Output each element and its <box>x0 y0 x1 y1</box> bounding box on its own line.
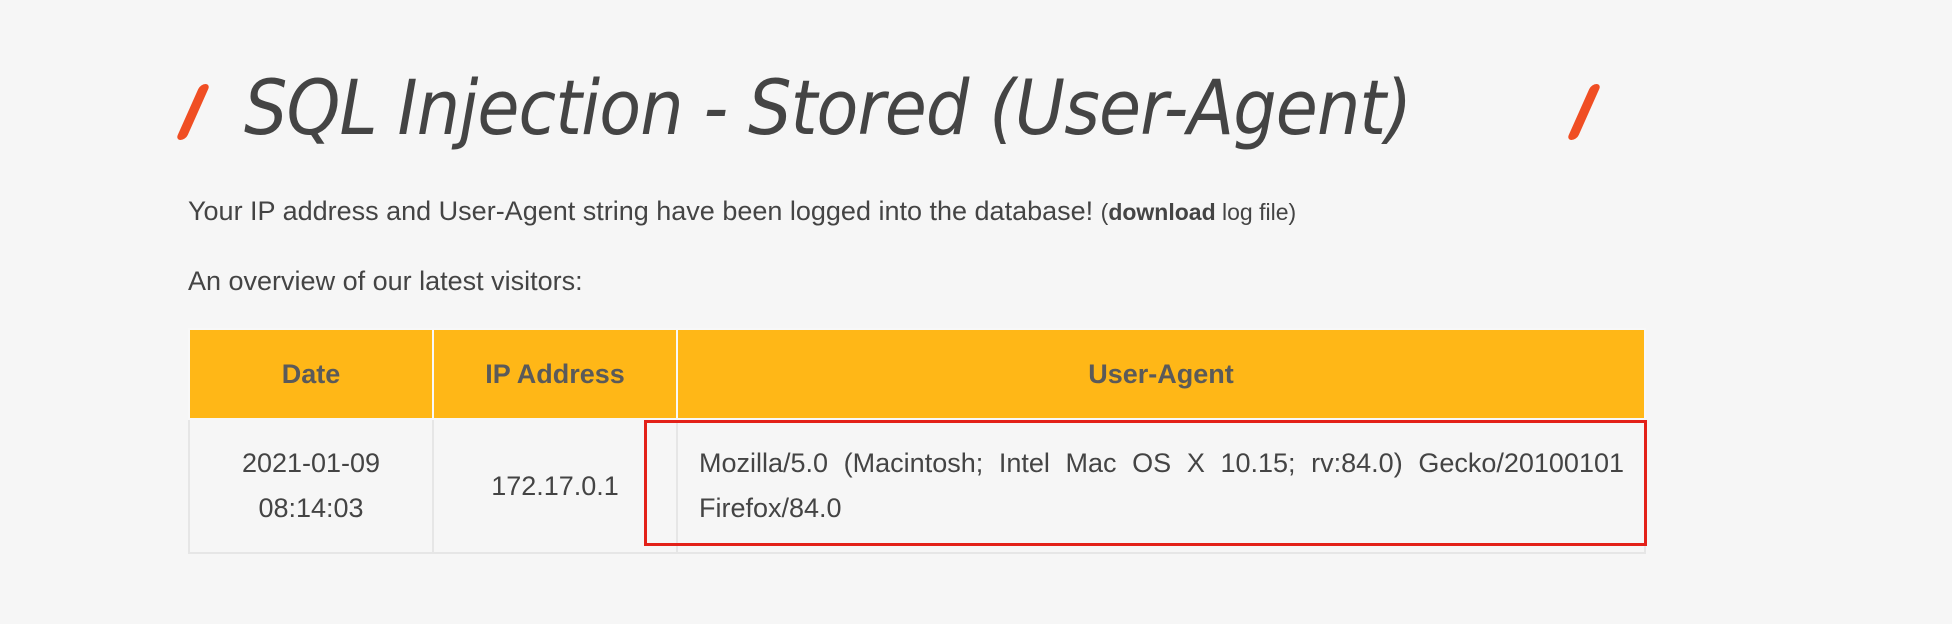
cell-user-agent: Mozilla/5.0 (Macintosh; Intel Mac OS X 1… <box>676 418 1646 554</box>
title-slash-right <box>1566 84 1602 140</box>
column-header-user-agent: User-Agent <box>676 328 1646 420</box>
download-log-suffix: log file <box>1215 199 1289 225</box>
logged-message-text: Your IP address and User-Agent string ha… <box>188 196 1101 226</box>
table-row: 2021-01-09 08:14:03 172.17.0.1 Mozilla/5… <box>188 418 1646 554</box>
cell-date-day: 2021-01-09 <box>241 448 381 478</box>
page-title-row: SQL Injection - Stored (User-Agent) <box>175 52 1602 162</box>
column-header-date: Date <box>188 328 434 420</box>
page-title: SQL Injection - Stored (User-Agent) <box>244 62 1412 152</box>
table-header-row: Date IP Address User-Agent <box>188 328 1646 420</box>
cell-date: 2021-01-09 08:14:03 <box>188 418 434 554</box>
column-header-ip-address: IP Address <box>432 328 678 420</box>
visitors-table: Date IP Address User-Agent 2021-01-09 08… <box>188 328 1646 554</box>
download-log-link[interactable]: download <box>1108 199 1215 225</box>
logged-message: Your IP address and User-Agent string ha… <box>188 196 1296 227</box>
cell-date-time: 08:14:03 <box>258 493 364 523</box>
cell-ip-address: 172.17.0.1 <box>432 418 678 554</box>
download-log-wrapper: (download log file) <box>1101 199 1297 225</box>
visitors-overview-heading: An overview of our latest visitors: <box>188 266 583 296</box>
title-slash-left <box>175 84 211 140</box>
paren-close: ) <box>1288 199 1297 225</box>
